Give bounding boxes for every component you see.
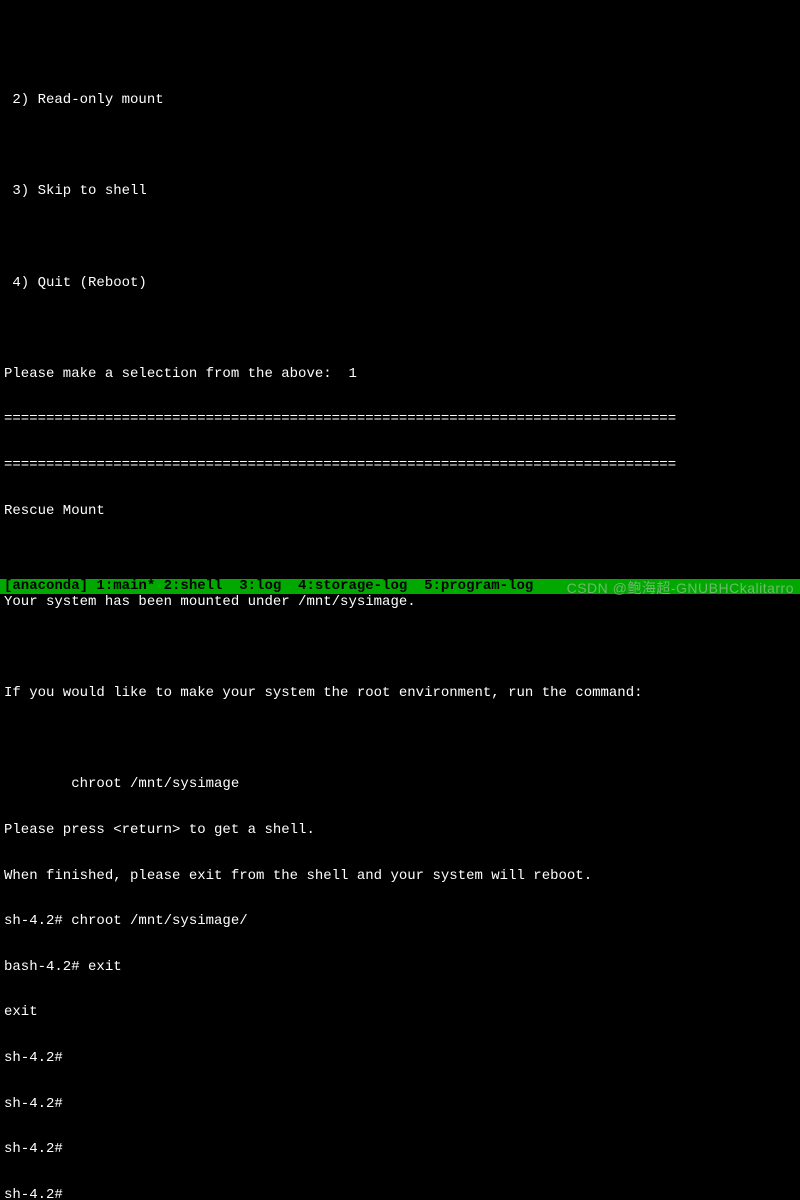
sh-prompt: sh-4.2# <box>4 1097 800 1112</box>
bash-exit-cmd: bash-4.2# exit <box>4 960 800 975</box>
mounted-msg: Your system has been mounted under /mnt/… <box>4 595 800 610</box>
menu-option-2: 2) Read-only mount <box>4 93 800 108</box>
blank-line <box>4 549 800 564</box>
header-rescue-mount: Rescue Mount <box>4 504 800 519</box>
sh-prompt: sh-4.2# <box>4 1051 800 1066</box>
finished-msg: When finished, please exit from the shel… <box>4 869 800 884</box>
chroot-hint: chroot /mnt/sysimage <box>4 777 800 792</box>
menu-option-3: 3) Skip to shell <box>4 184 800 199</box>
blank-line <box>4 139 800 154</box>
rootenv-msg: If you would like to make your system th… <box>4 686 800 701</box>
separator: ========================================… <box>4 458 800 473</box>
sh-prompt: sh-4.2# <box>4 1188 800 1200</box>
anaconda-status-bar[interactable]: [anaconda] 1:main* 2:shell 3:log 4:stora… <box>0 579 800 594</box>
press-return-msg: Please press <return> to get a shell. <box>4 823 800 838</box>
blank-line <box>4 230 800 245</box>
selection-prompt: Please make a selection from the above: … <box>4 367 800 382</box>
blank-line <box>4 321 800 336</box>
separator: ========================================… <box>4 412 800 427</box>
blank-line <box>4 732 800 747</box>
sh-chroot-cmd: sh-4.2# chroot /mnt/sysimage/ <box>4 914 800 929</box>
blank-line <box>4 641 800 656</box>
sh-prompt: sh-4.2# <box>4 1142 800 1157</box>
exit-output: exit <box>4 1005 800 1020</box>
terminal-output[interactable]: 2) Read-only mount 3) Skip to shell 4) Q… <box>4 61 800 1200</box>
menu-option-4: 4) Quit (Reboot) <box>4 276 800 291</box>
